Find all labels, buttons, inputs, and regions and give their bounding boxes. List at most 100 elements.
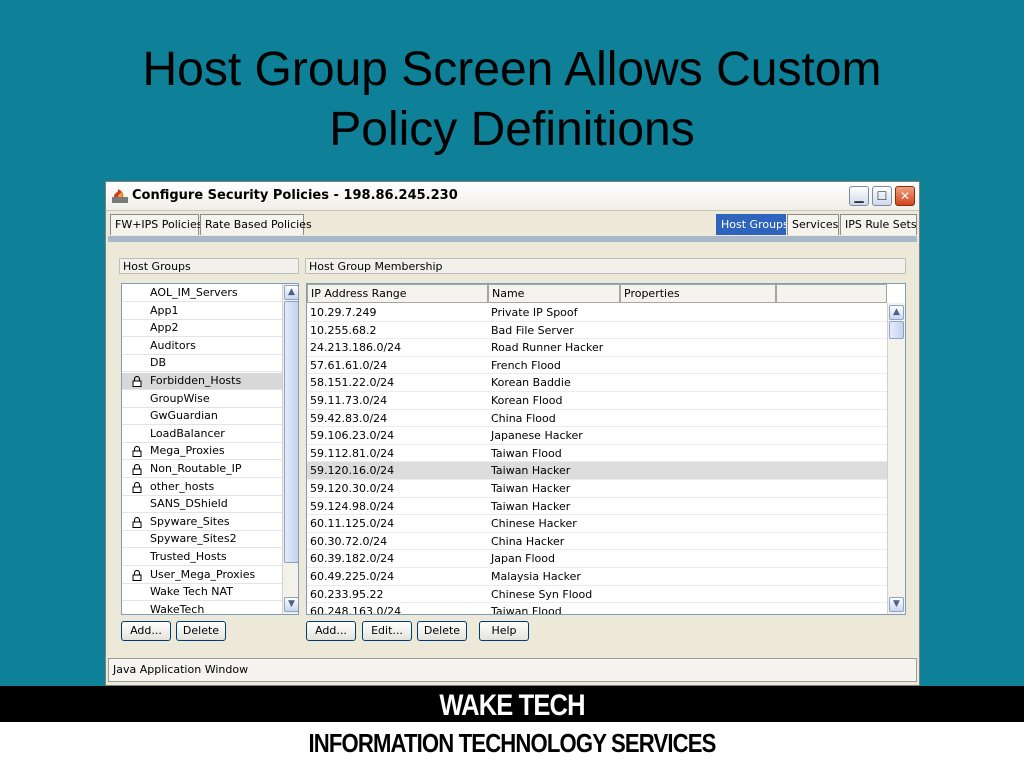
host-group-item[interactable]: App1: [122, 303, 282, 320]
host-group-item[interactable]: Mega_Proxies: [122, 443, 282, 461]
minimize-icon: ▁: [854, 189, 864, 203]
table-row[interactable]: 60.11.125.0/24 Chinese Hacker: [307, 515, 887, 533]
host-group-membership-table[interactable]: IP Address Range Name Properties 10.29.7…: [306, 283, 906, 615]
host-group-item[interactable]: Trusted_Hosts: [122, 549, 282, 566]
scroll-down-icon: ▼: [288, 599, 295, 609]
column-header-properties[interactable]: Properties: [620, 284, 776, 303]
table-row[interactable]: 58.151.22.0/24 Korean Baddie: [307, 374, 887, 392]
lock-icon: [132, 481, 142, 493]
host-group-item[interactable]: Forbidden_Hosts: [122, 373, 282, 390]
close-button[interactable]: ✕: [895, 186, 915, 206]
column-header-name[interactable]: Name: [488, 284, 620, 303]
table-row[interactable]: 57.61.61.0/24 French Flood: [307, 357, 887, 375]
column-header-ip-address-range[interactable]: IP Address Range: [307, 284, 488, 303]
table-row[interactable]: 59.42.83.0/24 China Flood: [307, 410, 887, 428]
name-cell: Taiwan Hacker: [491, 464, 571, 478]
tab-host-groups[interactable]: Host Groups: [716, 214, 789, 235]
membership-delete-button[interactable]: Delete: [417, 621, 467, 641]
table-row[interactable]: 10.29.7.249 Private IP Spoof: [307, 304, 887, 322]
ip-address-cell: 10.29.7.249: [310, 306, 377, 319]
host-group-item[interactable]: WakeTech: [122, 602, 282, 615]
table-row[interactable]: 60.233.95.22 Chinese Syn Flood: [307, 586, 887, 604]
host-group-item[interactable]: GwGuardian: [122, 408, 282, 426]
maximize-button[interactable]: ☐: [872, 186, 892, 206]
tab-ips-rule-sets[interactable]: IPS Rule Sets: [840, 214, 917, 235]
ip-address-cell: 24.213.186.0/24: [310, 341, 402, 355]
tab-rate-based-policies[interactable]: Rate Based Policies: [200, 214, 312, 235]
name-cell: Chinese Syn Flood: [491, 587, 593, 601]
table-row[interactable]: 10.255.68.2 Bad File Server: [307, 322, 887, 340]
minimize-button[interactable]: ▁: [849, 186, 869, 206]
host-groups-scroll-down[interactable]: ▼: [284, 597, 298, 612]
table-row[interactable]: 59.11.73.0/24 Korean Flood: [307, 392, 887, 410]
table-row[interactable]: 60.39.182.0/24 Japan Flood: [307, 550, 887, 568]
host-group-item-label: Trusted_Hosts: [150, 550, 227, 563]
tab-fw-ips-policies[interactable]: FW+IPS Policies: [110, 214, 202, 235]
host-group-item-label: SANS_DShield: [150, 497, 228, 511]
membership-scrollbar[interactable]: ▲ ▼: [887, 303, 905, 614]
host-group-item-label: AOL_IM_Servers: [150, 286, 238, 299]
host-group-item[interactable]: DB: [122, 355, 282, 373]
tab-underline: [108, 236, 917, 242]
host-groups-scroll-thumb[interactable]: [284, 301, 298, 563]
window-titlebar[interactable]: Configure Security Policies - 198.86.245…: [106, 182, 919, 211]
host-group-item[interactable]: Auditors: [122, 338, 282, 355]
host-group-item[interactable]: Spyware_Sites: [122, 514, 282, 531]
host-group-add-button[interactable]: Add...: [121, 621, 171, 641]
name-cell: Korean Flood: [491, 394, 563, 407]
name-cell: Korean Baddie: [491, 376, 571, 390]
table-row[interactable]: 59.106.23.0/24 Japanese Hacker: [307, 427, 887, 445]
host-group-item-label: Auditors: [150, 338, 196, 352]
host-group-item[interactable]: Non_Routable_IP: [122, 461, 282, 478]
table-row[interactable]: 59.120.16.0/24 Taiwan Hacker: [307, 462, 887, 480]
host-group-item[interactable]: GroupWise: [122, 391, 282, 408]
table-row[interactable]: 60.30.72.0/24 China Hacker: [307, 533, 887, 551]
host-group-item[interactable]: other_hosts: [122, 479, 282, 496]
table-row[interactable]: 59.120.30.0/24 Taiwan Hacker: [307, 480, 887, 498]
host-groups-scrollbar[interactable]: ▲ ▼: [282, 284, 298, 614]
host-group-item[interactable]: App2: [122, 320, 282, 338]
membership-help-button[interactable]: Help: [479, 621, 529, 641]
host-group-item-label: Mega_Proxies: [150, 444, 225, 458]
ip-address-cell: 60.233.95.22: [310, 587, 384, 601]
table-row[interactable]: 59.112.81.0/24 Taiwan Flood: [307, 445, 887, 463]
host-group-item-label: LoadBalancer: [150, 426, 225, 440]
membership-edit-button[interactable]: Edit...: [362, 621, 412, 641]
host-group-item[interactable]: AOL_IM_Servers: [122, 285, 282, 302]
membership-scroll-up[interactable]: ▲: [889, 305, 904, 320]
close-icon: ✕: [899, 189, 911, 203]
app-flame-icon: [112, 189, 128, 203]
host-group-item-label: WakeTech: [150, 602, 205, 615]
ip-address-cell: 60.248.163.0/24: [310, 605, 402, 615]
ip-address-cell: 60.49.225.0/24: [310, 570, 395, 583]
table-row[interactable]: 60.248.163.0/24 Taiwan Flood: [307, 603, 887, 615]
host-group-item[interactable]: User_Mega_Proxies: [122, 567, 282, 584]
ip-address-cell: 59.120.30.0/24: [310, 482, 395, 495]
membership-add-button[interactable]: Add...: [306, 621, 356, 641]
ip-address-cell: 60.11.125.0/24: [310, 517, 395, 531]
tab-services[interactable]: Services: [787, 214, 839, 235]
name-cell: Road Runner Hacker: [491, 341, 604, 355]
name-cell: Malaysia Hacker: [491, 570, 581, 583]
ip-address-cell: 60.30.72.0/24: [310, 534, 388, 548]
host-group-item[interactable]: SANS_DShield: [122, 496, 282, 514]
lock-icon: [132, 446, 142, 458]
membership-scroll-down[interactable]: ▼: [889, 597, 904, 612]
host-group-item-label: User_Mega_Proxies: [150, 567, 256, 581]
maximize-icon: ☐: [876, 189, 888, 203]
window-title: Configure Security Policies - 198.86.245…: [132, 188, 458, 203]
host-group-item[interactable]: Wake Tech NAT: [122, 584, 282, 602]
host-group-item[interactable]: Spyware_Sites2: [122, 531, 282, 549]
host-group-item-label: Spyware_Sites: [150, 514, 230, 528]
table-row[interactable]: 24.213.186.0/24 Road Runner Hacker: [307, 339, 887, 357]
host-group-item[interactable]: LoadBalancer: [122, 426, 282, 443]
host-groups-scroll-up[interactable]: ▲: [284, 285, 298, 300]
host-group-delete-button[interactable]: Delete: [176, 621, 226, 641]
name-cell: Chinese Hacker: [491, 517, 577, 531]
host-groups-list[interactable]: AOL_IM_Servers App1 App2 Auditors DB Forbidde…: [121, 283, 299, 615]
ip-address-cell: 59.112.81.0/24: [310, 446, 395, 460]
configure-security-policies-window: Configure Security Policies - 198.86.245…: [105, 181, 920, 686]
table-row[interactable]: 60.49.225.0/24 Malaysia Hacker: [307, 568, 887, 586]
membership-scroll-thumb[interactable]: [889, 321, 904, 339]
table-row[interactable]: 59.124.98.0/24 Taiwan Hacker: [307, 498, 887, 516]
